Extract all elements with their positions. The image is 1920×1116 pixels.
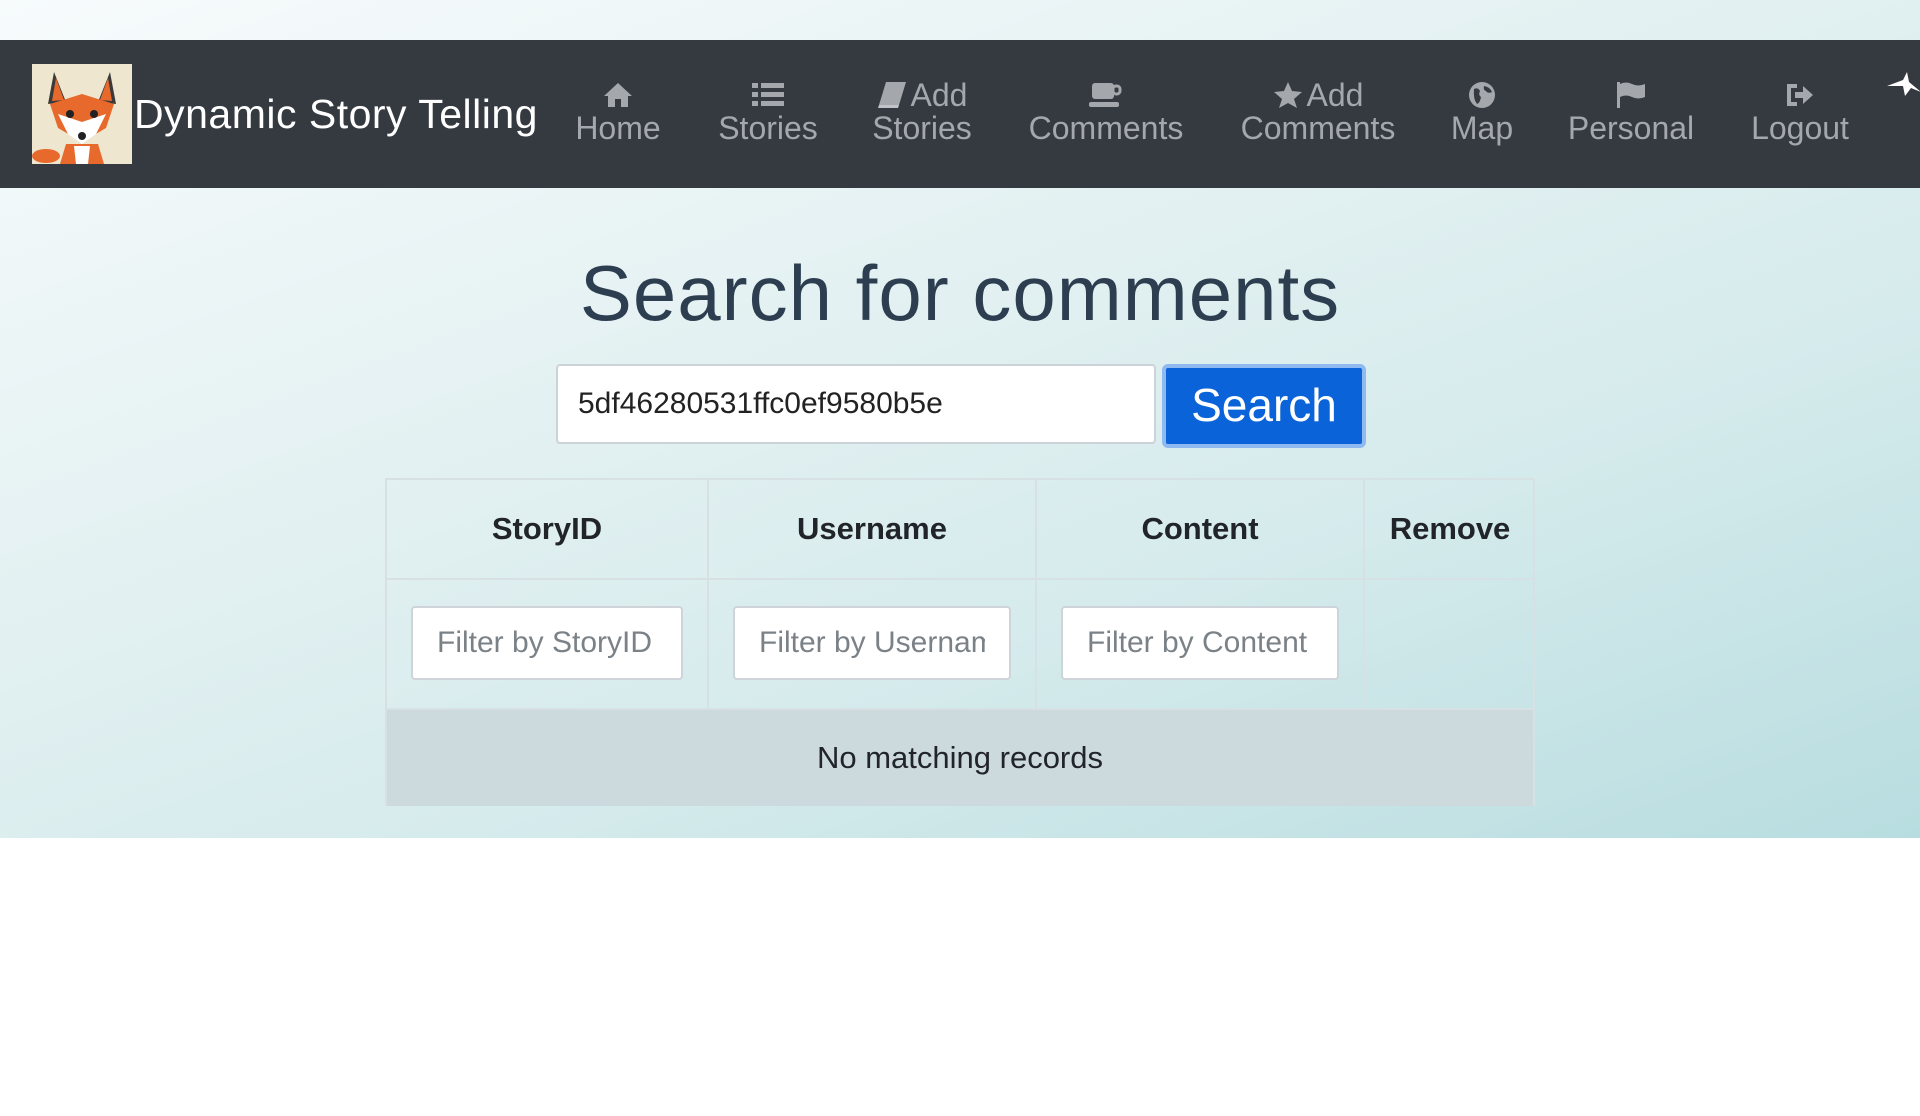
brand-title: Dynamic Story Telling (134, 90, 538, 137)
filter-username-input[interactable] (733, 606, 1011, 680)
nav-comments[interactable]: Comments (1024, 78, 1188, 144)
search-input[interactable] (556, 364, 1156, 444)
nav-map-label: Map (1450, 110, 1514, 146)
column-header-remove[interactable]: Remove (1365, 480, 1535, 578)
search-button[interactable]: Search (1162, 364, 1366, 448)
column-header-storyid[interactable]: StoryID (387, 480, 707, 578)
nav-stories-label: Stories (718, 110, 818, 146)
column-header-username[interactable]: Username (709, 480, 1035, 578)
nav-add-comments[interactable]: Add Comments (1236, 78, 1400, 144)
bird-icon (1887, 72, 1920, 96)
nav-home[interactable]: Home (568, 78, 668, 144)
fox-logo-icon (32, 64, 132, 164)
nav-add-comments-label: Comments (1240, 110, 1396, 146)
column-divider (707, 480, 709, 708)
nav-logout[interactable]: Logout (1742, 78, 1858, 144)
row-divider (387, 578, 1533, 580)
cup-icon (1089, 83, 1122, 107)
nav-logout-label: Logout (1751, 110, 1849, 146)
star-icon (1273, 82, 1302, 108)
filter-content-input[interactable] (1061, 606, 1339, 680)
column-divider (1035, 480, 1037, 708)
nav-home-label: Home (575, 110, 661, 146)
navbar: Dynamic Story Telling Home Stories Add S… (0, 40, 1920, 188)
home-icon (604, 83, 632, 107)
flag-icon (1617, 82, 1645, 108)
filter-storyid-input[interactable] (411, 606, 683, 680)
column-divider (1363, 480, 1365, 708)
nav-add-stories[interactable]: Add Stories (862, 78, 982, 144)
list-icon (752, 83, 784, 106)
comments-table: StoryID Username Content Remove No match… (385, 478, 1535, 806)
nav-add-stories-label: Stories (872, 110, 972, 146)
nav-stories[interactable]: Stories (708, 78, 828, 144)
globe-icon (1469, 82, 1495, 108)
nav-map[interactable]: Map (1444, 78, 1520, 144)
page-title: Search for comments (579, 249, 1341, 337)
brand[interactable]: Dynamic Story Telling (32, 64, 538, 164)
nav-add-comments-line1: Add (1306, 77, 1364, 113)
nav-add-stories-line1: Add (910, 77, 968, 113)
nav-personal[interactable]: Personal (1562, 78, 1700, 144)
nav-comments-label: Comments (1028, 110, 1184, 146)
column-header-content[interactable]: Content (1037, 480, 1363, 578)
empty-table-message: No matching records (387, 710, 1533, 806)
logout-icon (1787, 84, 1813, 106)
book-icon (877, 82, 906, 108)
nav-personal-label: Personal (1567, 110, 1695, 146)
